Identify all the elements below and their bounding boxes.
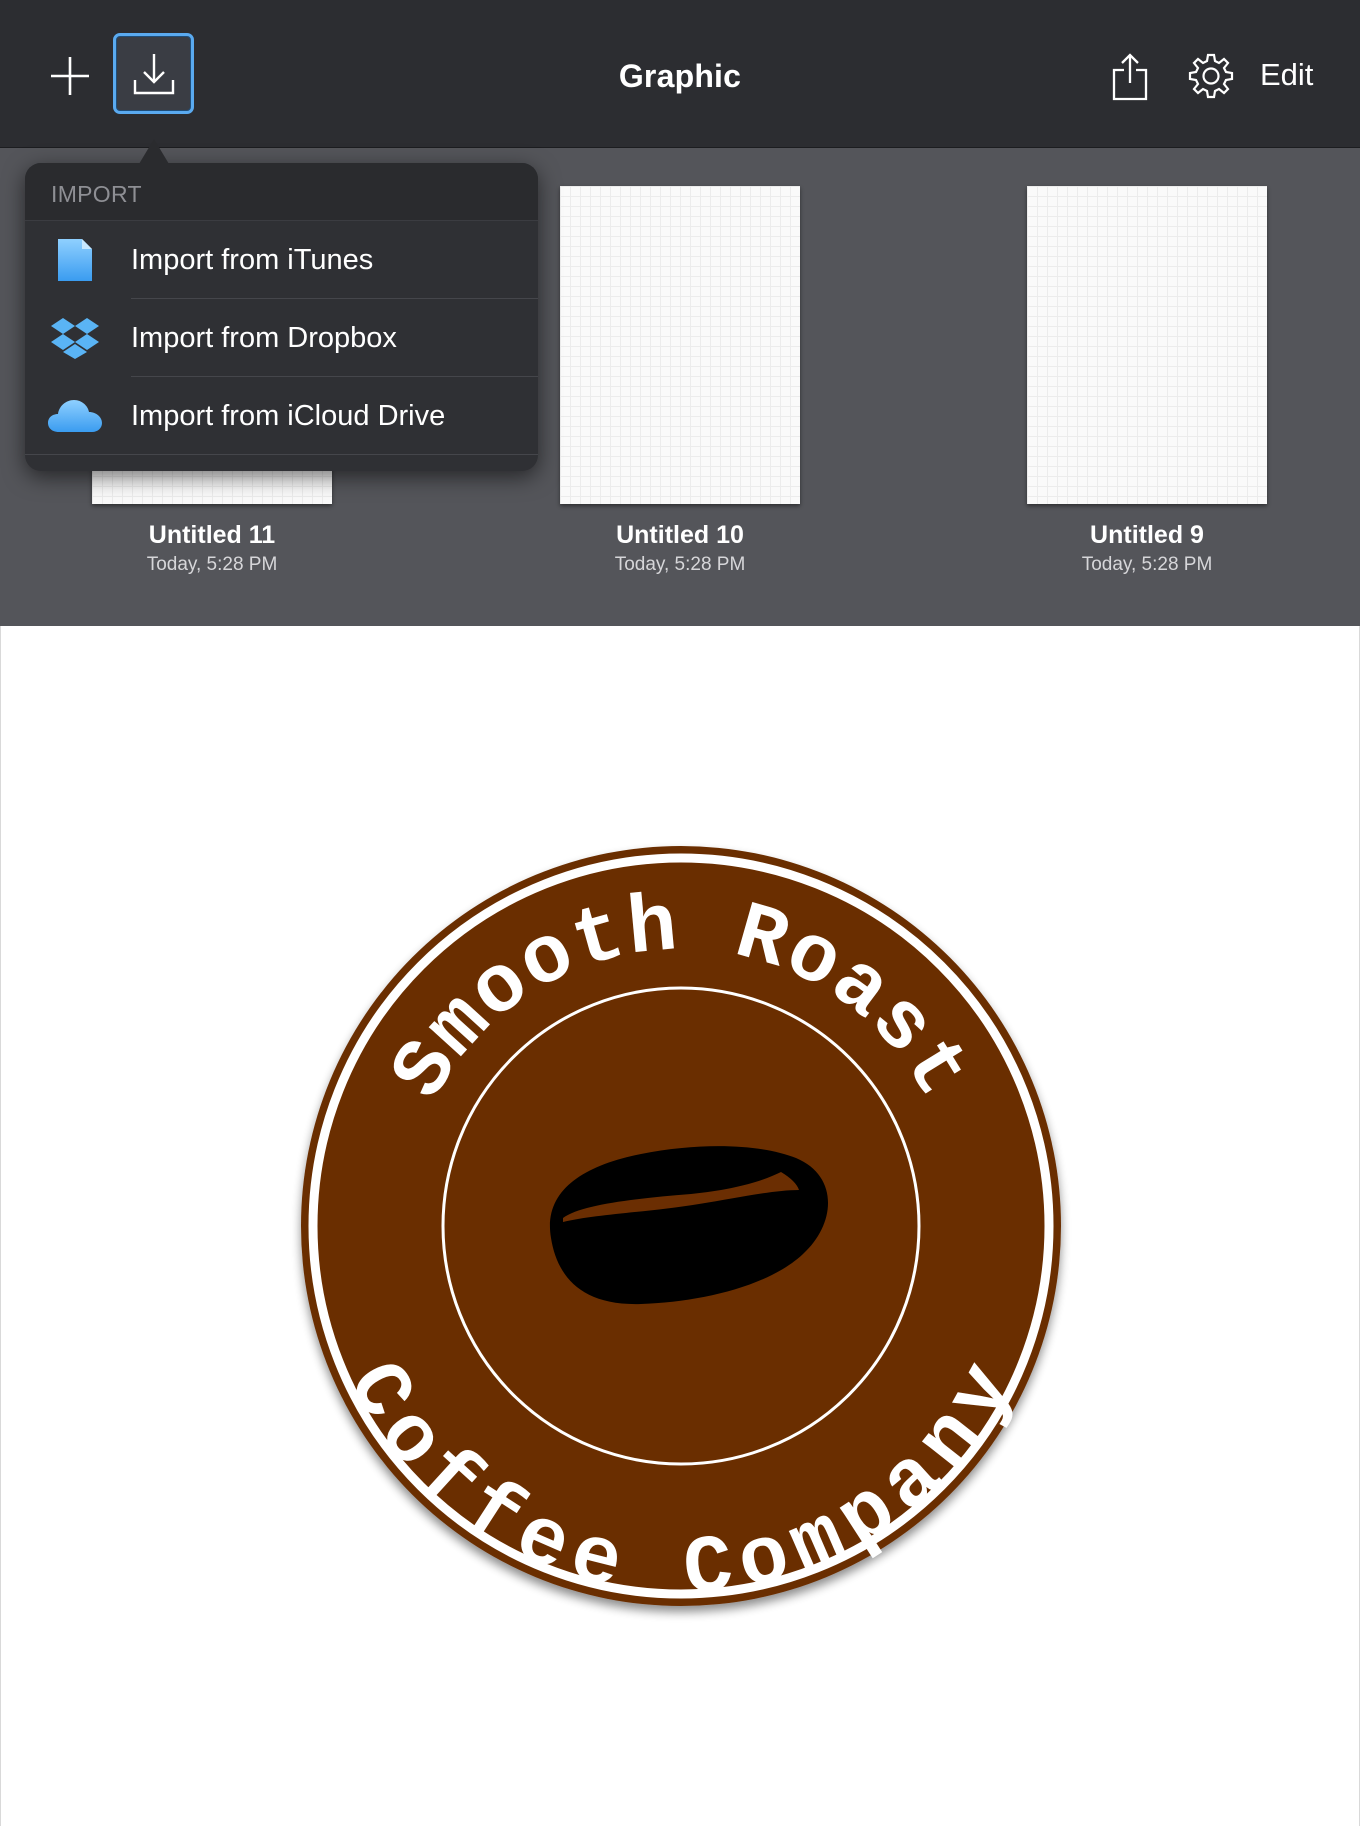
add-document-button[interactable]	[44, 50, 96, 102]
import-itunes-label: Import from iTunes	[131, 244, 374, 276]
import-itunes-item[interactable]: Import from iTunes	[25, 221, 538, 299]
document-item[interactable]: Untitled 9 Today, 5:28 PM	[997, 186, 1297, 577]
page-title: Graphic	[618, 58, 742, 94]
popover-header: IMPORT	[25, 163, 538, 221]
document-item[interactable]: Untitled 10 Today, 5:28 PM	[530, 186, 830, 577]
edit-button[interactable]: Edit	[1260, 52, 1350, 98]
document-thumbnail[interactable]	[560, 186, 800, 504]
icloud-icon	[47, 391, 103, 441]
plus-icon	[51, 57, 89, 95]
import-popover: IMPORT Import from iTunes Import from Dr…	[25, 163, 538, 471]
document-date: Today, 5:28 PM	[614, 554, 746, 575]
divider	[25, 454, 538, 455]
download-tray-icon	[133, 53, 174, 94]
document-canvas[interactable]: Smooth Roast Coffee Company	[0, 626, 1360, 1826]
toolbar: Graphic Edit	[0, 0, 1360, 148]
document-thumbnail[interactable]	[1027, 186, 1267, 504]
share-button[interactable]	[1106, 48, 1154, 106]
document-icon	[47, 235, 103, 285]
document-date: Today, 5:28 PM	[146, 554, 278, 575]
document-title: Untitled 11	[148, 521, 276, 549]
popover-arrow	[139, 139, 169, 164]
import-button[interactable]	[113, 33, 194, 114]
import-dropbox-label: Import from Dropbox	[131, 322, 397, 354]
settings-button[interactable]	[1185, 50, 1237, 102]
gear-icon	[1188, 53, 1234, 99]
import-icloud-item[interactable]: Import from iCloud Drive	[25, 377, 538, 455]
dropbox-icon	[47, 313, 103, 363]
import-icloud-label: Import from iCloud Drive	[131, 400, 446, 432]
document-title: Untitled 9	[1090, 521, 1204, 549]
import-dropbox-item[interactable]: Import from Dropbox	[25, 299, 538, 377]
coffee-logo[interactable]: Smooth Roast Coffee Company	[281, 826, 1081, 1626]
document-title: Untitled 10	[616, 521, 744, 549]
share-icon	[1112, 53, 1148, 101]
document-date: Today, 5:28 PM	[1081, 554, 1213, 575]
